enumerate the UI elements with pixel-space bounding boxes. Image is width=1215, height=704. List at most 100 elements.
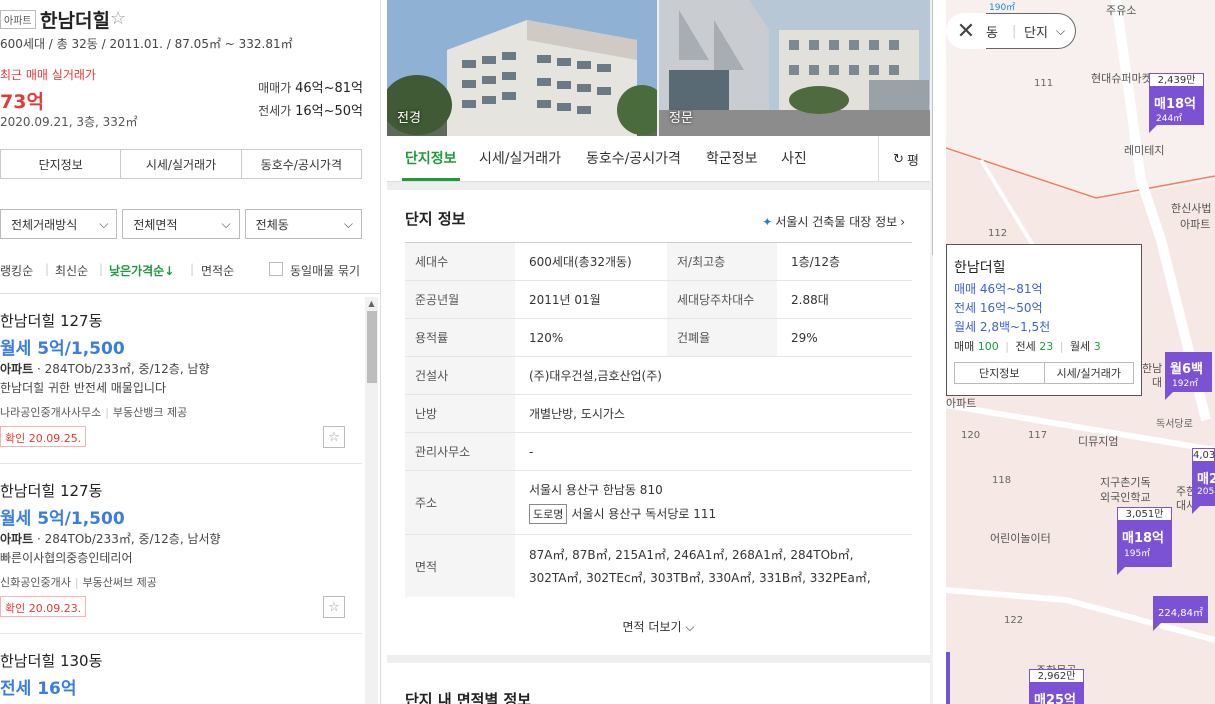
area-more-button[interactable]: 면적 더보기 ⌵ bbox=[387, 618, 930, 635]
tab-main-school[interactable]: 학군정보 bbox=[706, 148, 758, 168]
photo-gate-image bbox=[659, 0, 930, 136]
scroll-up-arrow-icon[interactable]: ▲ bbox=[365, 297, 378, 310]
listing-agent-row: 나라공인중개사사무소 | 부동산뱅크 제공 bbox=[0, 406, 188, 419]
chevron-down-icon: ⌵ bbox=[685, 620, 695, 634]
price-marker[interactable]: 224,84㎡ bbox=[1153, 596, 1208, 631]
info-key: 저/최고층 bbox=[667, 243, 777, 280]
address-lot: 서울시 용산구 한남동 810 bbox=[529, 483, 663, 497]
building-registry-label: 서울시 건축물 대장 정보 bbox=[775, 215, 898, 229]
tab-main-complex-info[interactable]: 단지정보 bbox=[405, 148, 457, 168]
listing-desc: 빠른이사협의중층인테리어 bbox=[0, 551, 133, 565]
building-label: 전체동 bbox=[255, 217, 289, 232]
popup-counts: 매매 100 | 전세 23 | 월세 3 bbox=[954, 340, 1101, 353]
price-marker[interactable]: 4,03 매2 205 bbox=[1192, 448, 1215, 514]
info-value: 29% bbox=[791, 330, 818, 345]
tab-price[interactable]: 시세/실거래가 bbox=[121, 150, 242, 178]
map-parcel: 122 bbox=[1004, 615, 1024, 626]
chevron-right-icon: › bbox=[900, 214, 905, 229]
building-select[interactable]: 전체동 ⌵ bbox=[244, 209, 362, 239]
area-list-line2: 302TA㎡, 302TEc㎡, 303TB㎡, 330A㎡, 331B㎡, 3… bbox=[529, 571, 871, 585]
list-item[interactable]: 한남더힐 127동 월세 5억/1,500 아파트 · 284TOb/233㎡,… bbox=[0, 464, 362, 634]
favorite-star-icon[interactable]: ☆ bbox=[323, 426, 345, 448]
tab-main-price[interactable]: 시세/실거래가 bbox=[479, 148, 561, 168]
map-label-remitaj: 레미테지 bbox=[1124, 144, 1165, 157]
area-more-label: 면적 더보기 bbox=[622, 620, 682, 634]
confirm-badge: 확인 20.09.23. bbox=[0, 596, 87, 617]
sort-divider: | bbox=[45, 262, 50, 276]
sort-latest[interactable]: 최신순 bbox=[55, 262, 88, 279]
info-key: 난방 bbox=[405, 395, 515, 432]
jeonse-range-label: 전세가 bbox=[258, 104, 292, 118]
map-parcel: 117 bbox=[1028, 430, 1048, 441]
left-tab-buttons: 단지정보 시세/실거래가 동호수/공시가격 bbox=[0, 149, 362, 179]
listing-agent[interactable]: 나라공인중개사사무소 bbox=[0, 406, 101, 419]
info-key: 준공년월 bbox=[405, 281, 515, 318]
listing-agent[interactable]: 신화공인중개사 bbox=[0, 576, 71, 589]
photo-overview[interactable]: 전경 bbox=[387, 0, 657, 136]
trade-type-select[interactable]: 전체거래방식 ⌵ bbox=[0, 209, 118, 239]
marker-unit-price: 3,051만 bbox=[1117, 507, 1172, 521]
listing-provider: 부동산뱅크 제공 bbox=[112, 406, 188, 419]
tab-complex-info[interactable]: 단지정보 bbox=[1, 150, 122, 178]
sort-low-price[interactable]: 낮은가격순↓ bbox=[109, 262, 174, 279]
sale-range-value: 46억~81억 bbox=[295, 81, 363, 96]
listing-scroll-thumb[interactable] bbox=[367, 311, 377, 383]
area-select[interactable]: 전체면적 ⌵ bbox=[122, 209, 240, 239]
map-label-apt: 아파트 bbox=[1180, 218, 1211, 231]
map-label-digi: 디뮤지엄 bbox=[1078, 435, 1119, 448]
photo-gate-label: 정문 bbox=[669, 111, 693, 126]
table-row-area: 면적 87A㎡, 87B㎡, 215A1㎡, 246A1㎡, 268A1㎡, 2… bbox=[405, 535, 912, 597]
info-key: 세대당주차대수 bbox=[667, 281, 777, 318]
info-value: - bbox=[529, 444, 534, 459]
map-label-top: 190㎡ bbox=[989, 3, 1016, 13]
close-icon[interactable]: ✕ bbox=[946, 13, 986, 49]
photo-gate[interactable]: 정문 bbox=[659, 0, 930, 136]
popup-price-button[interactable]: 시세/실거래가 bbox=[1045, 363, 1134, 383]
refresh-icon: ↻ bbox=[893, 151, 904, 167]
info-key: 관리사무소 bbox=[405, 433, 515, 470]
sort-area[interactable]: 면적순 bbox=[201, 262, 234, 279]
sale-range-row: 매매가 46억~81억 bbox=[258, 77, 363, 96]
building-registry-link[interactable]: ✦ 서울시 건축물 대장 정보 › bbox=[762, 213, 905, 230]
listing-detail: 아파트 · 284TOb/233㎡, 중/12층, 남향 bbox=[0, 362, 210, 376]
list-item[interactable]: 한남더힐 127동 월세 5억/1,500 아파트 · 284TOb/233㎡,… bbox=[0, 294, 362, 464]
price-marker[interactable]: 2,962만 매25억 bbox=[1029, 669, 1084, 704]
map-label-intl-school: 지구촌기독 bbox=[1100, 476, 1151, 489]
map-pill-divider: | bbox=[1012, 23, 1017, 39]
pyeong-toggle-button[interactable]: ↻ 평 bbox=[878, 136, 933, 182]
group-listings-checkbox[interactable] bbox=[269, 262, 283, 276]
marker-price: 매2 bbox=[1197, 472, 1215, 487]
popup-complex-info-button[interactable]: 단지정보 bbox=[955, 363, 1045, 383]
list-item[interactable]: 한남더힐 130동 전세 16억 bbox=[0, 634, 362, 704]
sort-ranking[interactable]: 랭킹순 bbox=[0, 262, 33, 279]
detail-scroll-thumb[interactable] bbox=[932, 0, 933, 255]
listing-kind: 아파트 bbox=[0, 532, 34, 546]
map-type-select[interactable]: 동 | 단지 ⌵ bbox=[986, 13, 1076, 49]
map-pill-label: 단지 bbox=[1024, 25, 1048, 41]
complex-header: 아파트 한남더힐 ☆ 600세대 / 총 32동 / 2011.01. / 87… bbox=[0, 0, 380, 142]
marker-price: 월6백 bbox=[1170, 362, 1203, 377]
complex-info-title: 단지 정보 bbox=[405, 210, 466, 228]
map-label-road: 독서당로 bbox=[1156, 419, 1193, 430]
popup-jeonse: 전세 16억~50억 bbox=[954, 301, 1043, 315]
map-parcel: 120 bbox=[961, 430, 981, 441]
info-value: 120% bbox=[529, 330, 564, 345]
filter-bar: 전체거래방식 ⌵ 전체면적 ⌵ 전체동 ⌵ bbox=[0, 209, 362, 239]
favorite-star-icon[interactable]: ☆ bbox=[323, 596, 345, 618]
listing-kind: 아파트 bbox=[0, 362, 34, 376]
popup-buttons: 단지정보 시세/실거래가 bbox=[954, 362, 1134, 384]
tab-unit-price[interactable]: 동호수/공시가격 bbox=[242, 150, 361, 178]
photo-overview-label: 전경 bbox=[397, 111, 421, 126]
price-marker[interactable]: 2,439만 매18억 244㎡ bbox=[1149, 73, 1204, 133]
star-icon[interactable]: ☆ bbox=[110, 8, 126, 29]
listing-detail: 아파트 · 284TOb/233㎡, 중/12층, 남서향 bbox=[0, 532, 221, 546]
popup-count-jeonse-label: 전세 bbox=[1015, 340, 1036, 353]
area-info-card: 단지 내 면적별 정보 bbox=[387, 663, 930, 704]
tab-main-unit-price[interactable]: 동호수/공시가격 bbox=[586, 148, 681, 168]
price-marker[interactable]: 월6백 192㎡ bbox=[1165, 352, 1212, 400]
map-area[interactable]: 190㎡ 주유소 현대슈퍼마켓 레미테지 한신사법 아파트 독서당로 디뮤지엄 … bbox=[946, 0, 1215, 704]
price-marker[interactable]: 3,051만 매18억 195㎡ bbox=[1117, 507, 1172, 575]
road-name-tag: 도로명 bbox=[529, 504, 568, 524]
info-value: 600세대(총32개동) bbox=[529, 255, 632, 269]
tab-main-photos[interactable]: 사진 bbox=[781, 148, 807, 168]
